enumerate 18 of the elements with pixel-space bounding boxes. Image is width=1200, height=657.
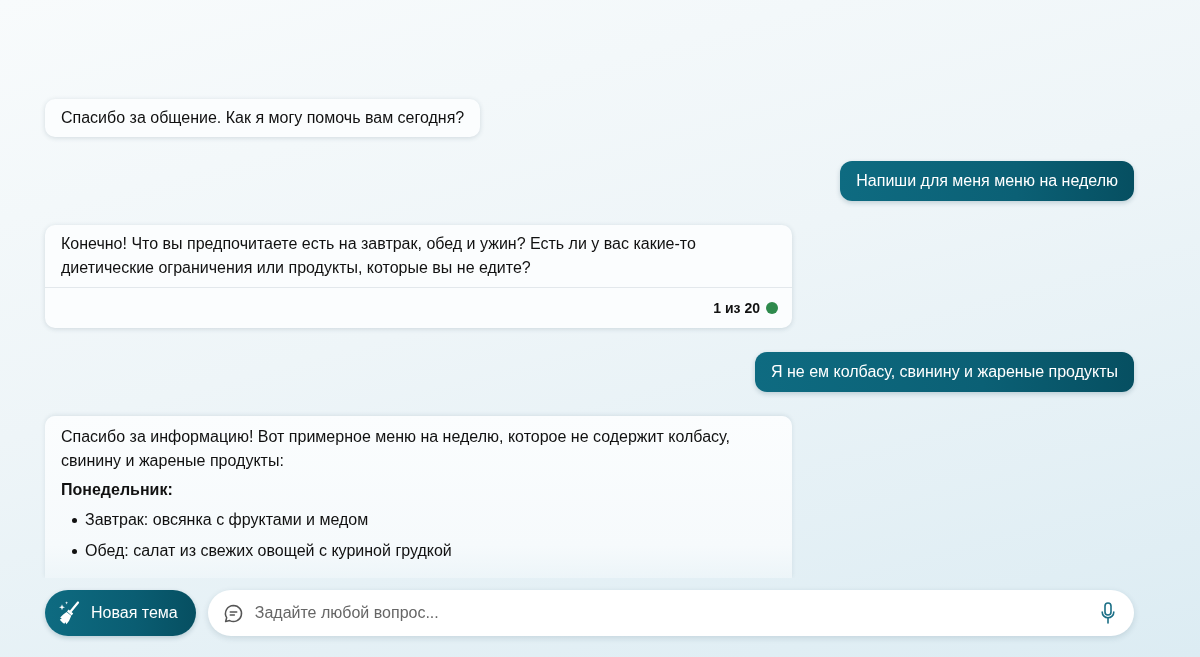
bullet-icon xyxy=(72,548,77,554)
user-message: Напиши для меня меню на неделю xyxy=(840,161,1134,201)
bullet-icon xyxy=(72,517,77,523)
response-counter: 1 из 20 xyxy=(713,300,760,316)
chat-bubble-icon xyxy=(222,602,244,624)
meal-line: Завтрак: овсянка с фруктами и медом xyxy=(85,510,369,530)
user-message: Я не ем колбасу, свинину и жареные продукты xyxy=(755,352,1134,392)
message-field[interactable]: Задайте любой вопрос... xyxy=(207,590,1134,636)
status-dot-icon xyxy=(766,302,778,314)
message-text: Спасибо за общение. Как я могу помочь вам сегодня? xyxy=(61,108,465,128)
microphone-icon[interactable] xyxy=(1101,602,1115,624)
message-text: Конечно! Что вы предпочитаете есть на завтрак, обед и ужин? Есть ли у вас какие-то диетические ограничения или продукты, которые вы не едите? xyxy=(61,234,697,278)
broom-icon xyxy=(57,600,81,626)
new-topic-button[interactable]: Новая тема xyxy=(45,590,196,636)
meal-line: Обед: салат из свежих овощей с куриной грудкой xyxy=(85,541,452,561)
day-heading: Понедельник: xyxy=(61,480,174,500)
message-text: Спасибо за информацию! Вот примерное меню на неделю, которое не содержит колбасу, свинину и жареные продукты: xyxy=(61,427,731,471)
message-input[interactable]: Задайте любой вопрос... xyxy=(254,601,1090,625)
